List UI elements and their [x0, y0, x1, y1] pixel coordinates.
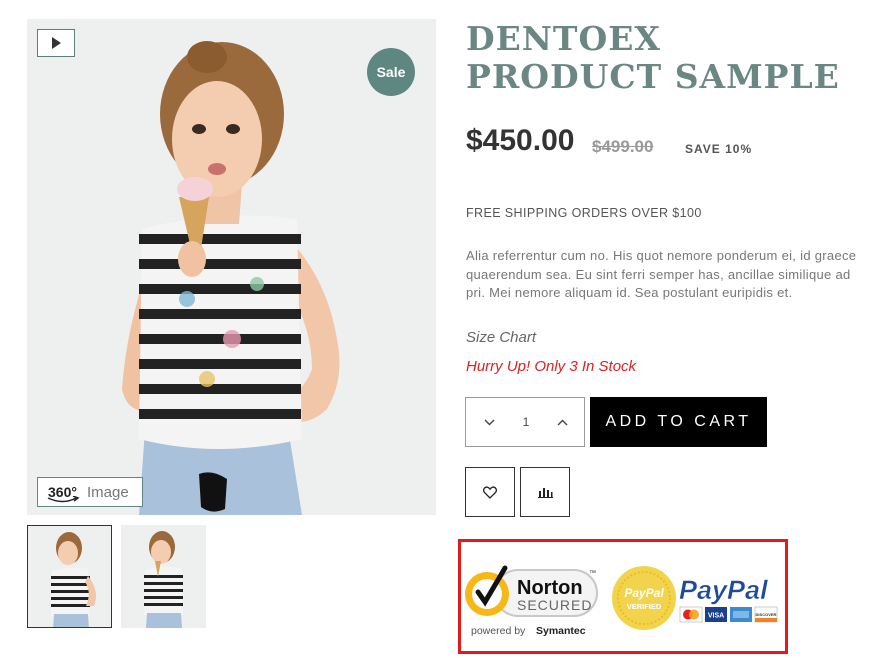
- discover-card-label: DISCOVER: [756, 612, 777, 617]
- add-to-cart-button[interactable]: ADD TO CART: [590, 397, 767, 447]
- shipping-notice: FREE SHIPPING ORDERS OVER $100: [466, 206, 702, 220]
- norton-brand: Norton: [517, 577, 583, 599]
- norton-trademark: ™: [589, 570, 596, 577]
- quantity-stepper: 1: [465, 397, 585, 447]
- thumbnail-photo: [28, 526, 111, 627]
- trust-badges-graphic: Norton ™ SECURED powered by Symantec Pay…: [465, 565, 778, 637]
- decrease-quantity-button[interactable]: [484, 416, 495, 429]
- product-old-price: $499.00: [592, 137, 654, 156]
- rotate-arrow-icon: [47, 496, 80, 503]
- norton-secured-badge: Norton ™ SECURED powered by Symantec: [465, 565, 598, 637]
- chevron-up-icon: [557, 419, 568, 425]
- save-badge: SAVE 10%: [685, 142, 753, 156]
- 360-rotate-icon: 360°: [47, 484, 80, 503]
- bar-chart-icon: [537, 488, 553, 498]
- product-title: DENTOEX PRODUCT SAMPLE: [466, 19, 840, 96]
- paypal-verified-seal: PayPal VERIFIED: [612, 566, 676, 630]
- paypal-seal-brand: PayPal: [624, 586, 664, 600]
- wishlist-button[interactable]: [465, 467, 515, 517]
- 360-image-label: Image: [86, 483, 129, 501]
- thumbnail-2[interactable]: [121, 525, 206, 628]
- paypal-logo-text: PayPal: [679, 575, 768, 605]
- trust-badges: Norton ™ SECURED powered by Symantec Pay…: [458, 539, 788, 654]
- sale-badge: Sale: [367, 48, 415, 96]
- product-price: $450.00: [466, 124, 575, 157]
- product-description: Alia referrentur cum no. His quot nemore…: [466, 248, 857, 300]
- video-play-button[interactable]: [37, 29, 75, 57]
- sale-badge-label: Sale: [376, 64, 406, 80]
- paypal-seal-verified: VERIFIED: [627, 602, 662, 611]
- compare-button[interactable]: [520, 467, 570, 517]
- visa-card-label: VISA: [708, 613, 724, 620]
- heart-icon: [483, 485, 497, 499]
- product-photo: [27, 19, 436, 515]
- norton-secured-label: SECURED: [517, 597, 592, 613]
- quantity-input[interactable]: 1: [523, 415, 530, 429]
- main-product-image[interactable]: Sale 360° Image: [27, 19, 436, 515]
- stock-notice: Hurry Up! Only 3 In Stock: [466, 358, 637, 375]
- thumbnail-1[interactable]: [27, 525, 112, 628]
- increase-quantity-button[interactable]: [557, 416, 568, 429]
- norton-powered-by: powered by: [471, 625, 526, 637]
- thumbnail-photo: [121, 525, 206, 628]
- view-360-button[interactable]: 360° Image: [37, 477, 143, 507]
- norton-symantec: Symantec: [536, 625, 586, 637]
- paypal-logo: PayPal VISA DISCOVER: [679, 575, 778, 623]
- size-chart-link[interactable]: Size Chart: [466, 329, 536, 346]
- play-icon: [52, 37, 61, 49]
- chevron-down-icon: [484, 419, 495, 425]
